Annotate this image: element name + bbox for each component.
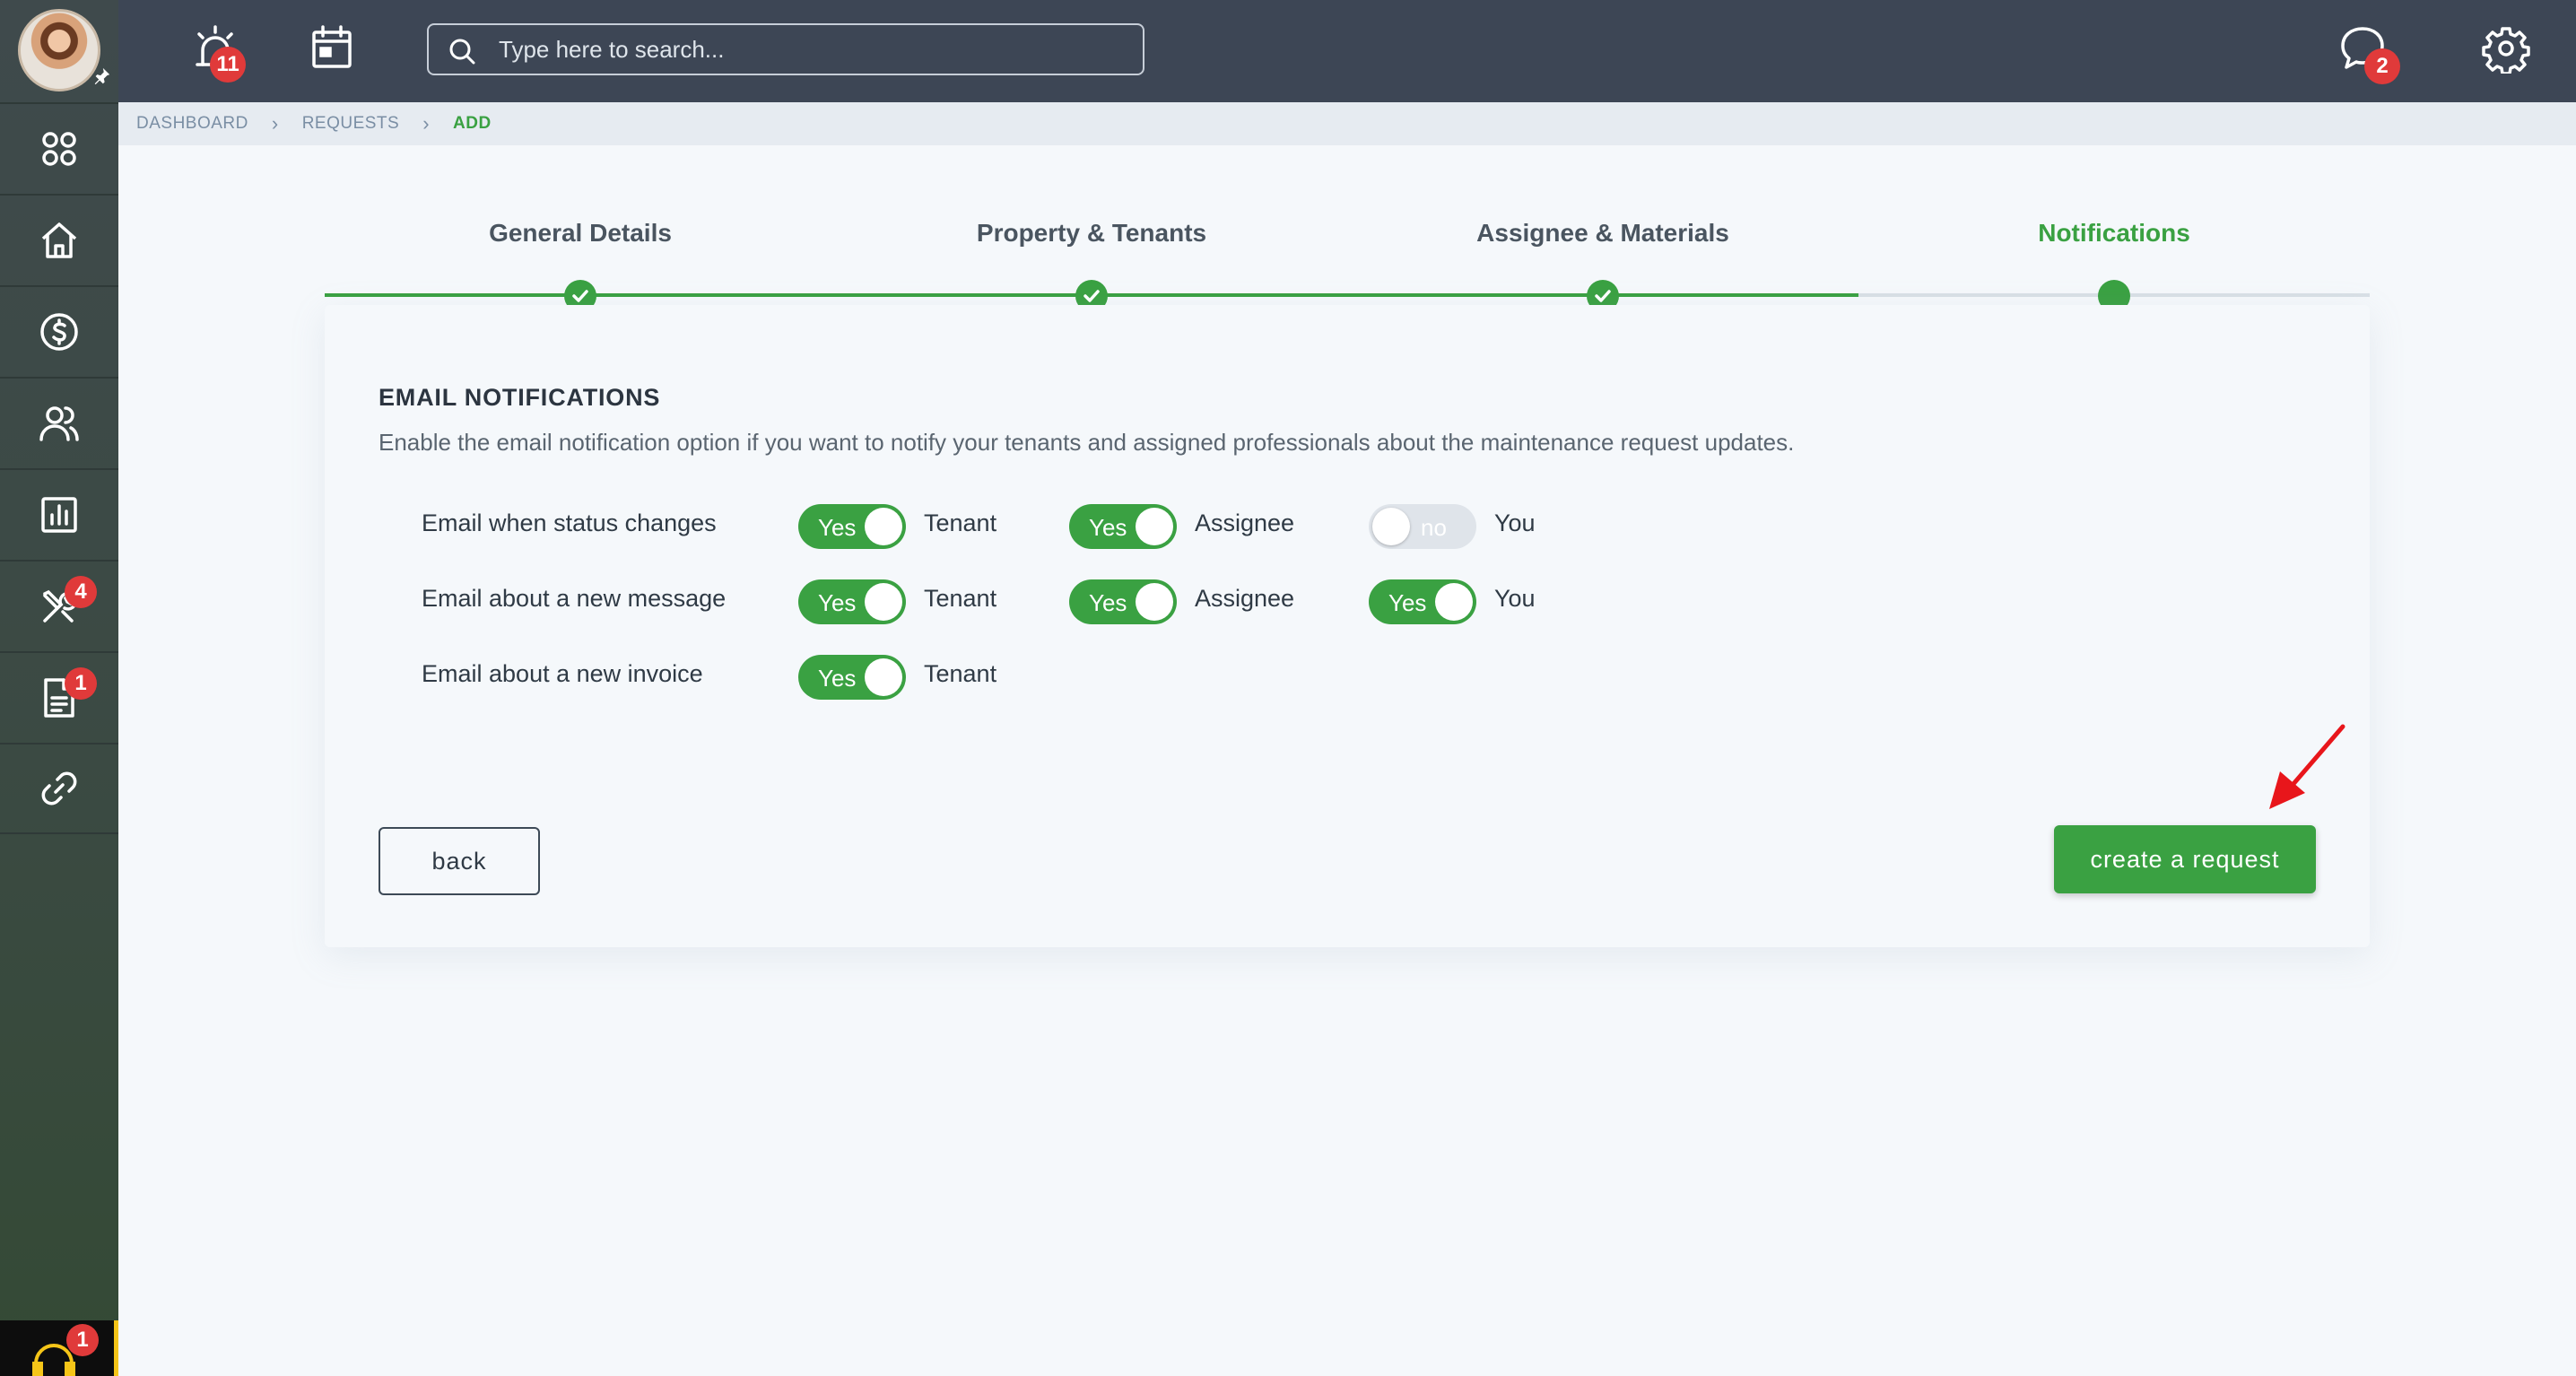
toggle-invoice-tenant[interactable]: Yes [798,655,906,700]
toggle-knob [865,658,902,696]
support-edge [114,1320,118,1376]
gear-icon[interactable] [2481,23,2531,74]
dollar-icon [40,313,78,351]
toggle-message-assignee[interactable]: Yes [1069,579,1177,624]
avatar[interactable] [18,9,100,91]
bar-chart-icon [41,497,77,533]
row-label-status-changes: Email when status changes [422,509,717,536]
alerts-badge: 11 [210,47,246,83]
search-input[interactable] [499,30,1127,68]
toggle-state: Yes [818,665,857,692]
support-badge: 1 [66,1324,99,1356]
toggle-target-tenant: Tenant [924,585,997,612]
chevron-right-icon: › [422,112,431,135]
annotation-arrow-icon [2269,724,2345,809]
step-label-property-tenants[interactable]: Property & Tenants [977,219,1206,248]
search-icon [449,39,475,65]
messages-badge: 2 [2364,48,2400,84]
sidebar-item-documents[interactable]: 1 [0,651,118,743]
topbar: 11 2 [118,0,2576,102]
toggle-knob [865,583,902,621]
breadcrumb-dashboard[interactable]: DASHBOARD [136,114,248,134]
toggle-target-assignee: Assignee [1195,509,1295,536]
breadcrumb: DASHBOARD › REQUESTS › ADD [118,102,2576,145]
search-box[interactable] [427,23,1144,75]
sidebar-item-reports[interactable] [0,468,118,560]
back-button[interactable]: back [379,827,540,895]
row-label-new-invoice: Email about a new invoice [422,660,703,687]
breadcrumb-add: ADD [453,114,492,133]
toggle-state: Yes [1089,514,1127,541]
grid-icon [42,132,76,166]
pin-icon[interactable] [91,66,111,86]
toggle-status-you[interactable]: no [1369,504,1476,549]
toggle-target-tenant: Tenant [924,509,997,536]
breadcrumb-requests[interactable]: REQUESTS [302,114,400,134]
sidebar: 4 1 1 [0,0,118,1376]
users-icon [39,406,79,441]
sidebar-item-accounting[interactable] [0,285,118,377]
maintenance-badge: 4 [65,576,97,608]
profile-area[interactable] [0,0,118,102]
step-label-notifications: Notifications [2038,219,2190,247]
toggle-knob [1435,583,1473,621]
toggle-message-tenant[interactable]: Yes [798,579,906,624]
toggle-knob [1372,508,1410,545]
toggle-target-tenant: Tenant [924,660,997,687]
section-title: EMAIL NOTIFICATIONS [379,384,661,411]
sidebar-item-properties[interactable] [0,194,118,285]
chevron-right-icon: › [271,112,279,135]
toggle-message-you[interactable]: Yes [1369,579,1476,624]
section-description: Enable the email notification option if … [379,429,1795,456]
notifications-card: EMAIL NOTIFICATIONS Enable the email not… [325,305,2370,947]
toggle-state: Yes [1089,589,1127,616]
stepper: General Details Property & Tenants Assig… [325,212,2370,312]
create-request-button[interactable]: create a request [2054,825,2316,893]
sidebar-item-contacts[interactable] [0,377,118,468]
toggle-state: Yes [818,589,857,616]
row-label-new-message: Email about a new message [422,585,727,612]
toggle-target-you: You [1494,585,1536,612]
toggle-target-assignee: Assignee [1195,585,1295,612]
support-bar[interactable]: 1 [0,1320,118,1376]
toggle-state: no [1421,514,1447,541]
calendar-icon[interactable] [307,23,357,74]
toggle-knob [865,508,902,545]
documents-badge: 1 [65,667,97,700]
home-icon [41,222,77,258]
sidebar-item-links[interactable] [0,743,118,834]
link-icon [41,771,77,806]
toggle-state: Yes [818,514,857,541]
toggle-status-assignee[interactable]: Yes [1069,504,1177,549]
step-label-general-details[interactable]: General Details [489,219,672,248]
toggle-status-tenant[interactable]: Yes [798,504,906,549]
toggle-knob [1136,508,1173,545]
step-label-assignee-materials[interactable]: Assignee & Materials [1476,219,1729,248]
toggle-state: Yes [1388,589,1427,616]
sidebar-item-dashboard[interactable] [0,102,118,194]
sidebar-item-maintenance[interactable]: 4 [0,560,118,651]
toggle-target-you: You [1494,509,1536,536]
toggle-knob [1136,583,1173,621]
